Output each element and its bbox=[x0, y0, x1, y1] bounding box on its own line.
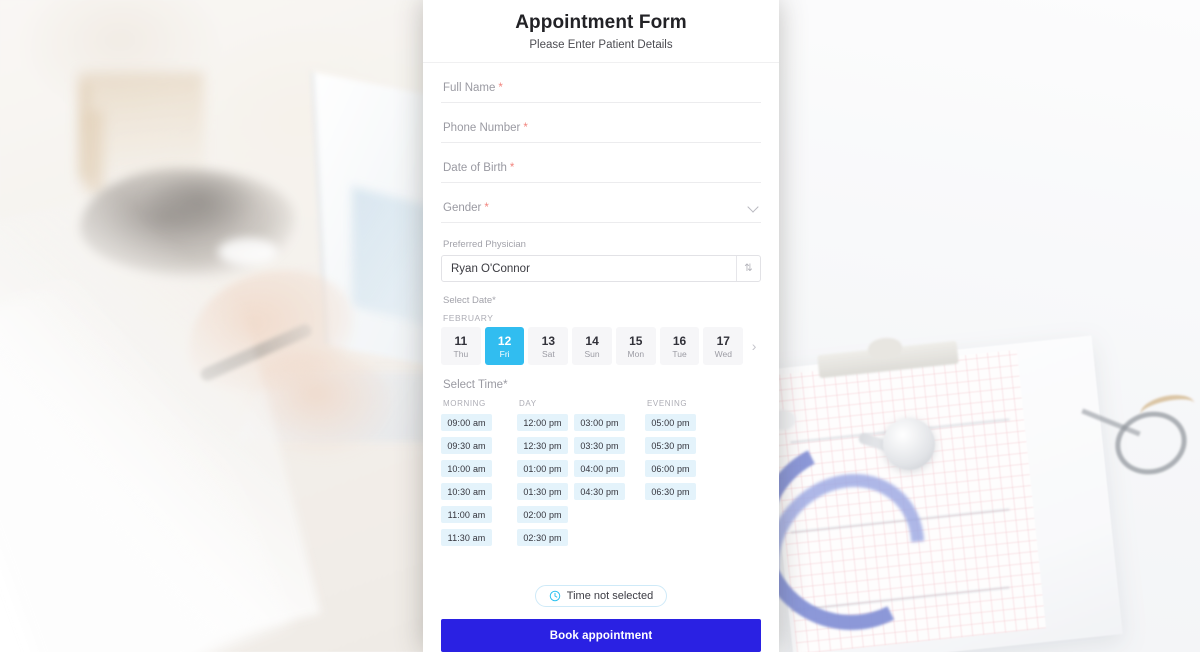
time-slot[interactable]: 06:30 pm bbox=[645, 483, 696, 500]
time-column-title: DAY bbox=[519, 399, 537, 408]
appointment-form-card: Appointment Form Please Enter Patient De… bbox=[423, 0, 779, 652]
date-chip[interactable]: 16 Tue bbox=[659, 327, 700, 365]
time-slot[interactable]: 02:30 pm bbox=[517, 529, 568, 546]
date-picker-strip: 11 Thu 12 Fri 13 Sat 14 Sun 15 Mon 16 Tu… bbox=[441, 327, 761, 365]
time-slot[interactable]: 09:00 am bbox=[441, 414, 492, 431]
form-body: Full Name * Phone Number * Date of Birth… bbox=[423, 63, 779, 572]
time-slot[interactable]: 03:30 pm bbox=[574, 437, 625, 454]
date-weekday: Thu bbox=[453, 348, 469, 359]
select-date-label: Select Date* bbox=[443, 295, 496, 306]
time-slot[interactable]: 10:00 am bbox=[441, 460, 492, 477]
time-slot[interactable]: 01:30 pm bbox=[517, 483, 568, 500]
time-slot[interactable]: 09:30 am bbox=[441, 437, 492, 454]
time-column-title: MORNING bbox=[443, 399, 486, 408]
clock-icon bbox=[549, 590, 561, 602]
time-slot[interactable]: 12:00 pm bbox=[517, 414, 568, 431]
time-slot-columns: MORNING 09:00 am 09:30 am 10:00 am 10:30… bbox=[441, 399, 761, 546]
time-slot[interactable]: 05:30 pm bbox=[645, 437, 696, 454]
time-slot[interactable]: 04:00 pm bbox=[574, 460, 625, 477]
date-chip[interactable]: 13 Sat bbox=[528, 327, 569, 365]
time-column-day: DAY 12:00 pm 12:30 pm 01:00 pm 01:30 pm … bbox=[517, 399, 645, 546]
date-weekday: Sat bbox=[541, 348, 555, 359]
time-slot[interactable]: 01:00 pm bbox=[517, 460, 568, 477]
date-chip[interactable]: 11 Thu bbox=[441, 327, 481, 365]
date-number: 16 bbox=[672, 333, 687, 348]
time-slot[interactable]: 02:00 pm bbox=[517, 506, 568, 523]
card-footer: Time not selected Book appointment bbox=[423, 572, 779, 652]
date-number: 12 bbox=[497, 333, 512, 348]
gender-select[interactable]: Gender * bbox=[441, 183, 761, 223]
date-weekday: Wed bbox=[714, 348, 732, 359]
phone-number-label: Phone Number bbox=[443, 122, 521, 134]
time-slot[interactable]: 03:00 pm bbox=[574, 414, 625, 431]
time-slot[interactable]: 11:00 am bbox=[441, 506, 492, 523]
preferred-physician-label: Preferred Physician bbox=[443, 239, 526, 250]
date-chip[interactable]: 14 Sun bbox=[572, 327, 612, 365]
time-column-evening: EVENING 05:00 pm 05:30 pm 06:00 pm 06:30… bbox=[645, 399, 745, 546]
time-slot[interactable]: 11:30 am bbox=[441, 529, 492, 546]
date-chip[interactable]: 15 Mon bbox=[615, 327, 656, 365]
date-weekday: Tue bbox=[672, 348, 687, 359]
select-time-label: Select Time* bbox=[443, 379, 508, 391]
status-badge: Time not selected bbox=[534, 585, 668, 607]
chevron-right-icon[interactable]: › bbox=[747, 338, 761, 354]
date-number: 13 bbox=[541, 333, 556, 348]
date-of-birth-label: Date of Birth bbox=[443, 162, 507, 174]
time-slot-group: 05:00 pm 05:30 pm 06:00 pm 06:30 pm bbox=[645, 414, 696, 500]
time-slot[interactable]: 06:00 pm bbox=[645, 460, 696, 477]
preferred-physician-value: Ryan O'Connor bbox=[451, 262, 530, 275]
book-appointment-button[interactable]: Book appointment bbox=[441, 619, 761, 652]
time-slot-group: 09:00 am 09:30 am 10:00 am 10:30 am 11:0… bbox=[441, 414, 492, 546]
date-weekday: Mon bbox=[627, 348, 645, 359]
phone-number-required-marker: * bbox=[523, 122, 528, 134]
date-chip-selected[interactable]: 12 Fri bbox=[484, 327, 525, 365]
card-header: Appointment Form Please Enter Patient De… bbox=[423, 0, 779, 63]
date-chip[interactable]: 17 Wed bbox=[703, 327, 744, 365]
page-title: Appointment Form bbox=[515, 12, 687, 33]
time-column-title: EVENING bbox=[647, 399, 688, 408]
full-name-required-marker: * bbox=[498, 82, 503, 94]
time-slot[interactable]: 12:30 pm bbox=[517, 437, 568, 454]
date-number: 15 bbox=[629, 333, 643, 348]
calendar-month-label: FEBRUARY bbox=[443, 313, 494, 323]
time-slot[interactable]: 10:30 am bbox=[441, 483, 492, 500]
full-name-field[interactable]: Full Name * bbox=[441, 63, 761, 103]
status-badge-text: Time not selected bbox=[566, 590, 654, 602]
date-weekday: Fri bbox=[499, 348, 510, 359]
date-number: 11 bbox=[454, 333, 468, 348]
gender-label: Gender bbox=[443, 202, 482, 214]
date-number: 17 bbox=[716, 333, 730, 348]
time-slot-group: 03:00 pm 03:30 pm 04:00 pm 04:30 pm bbox=[574, 414, 625, 546]
time-slot[interactable]: 04:30 pm bbox=[574, 483, 625, 500]
date-of-birth-field[interactable]: Date of Birth * bbox=[441, 143, 761, 183]
status-row: Time not selected bbox=[441, 572, 761, 619]
time-slot-group: 12:00 pm 12:30 pm 01:00 pm 01:30 pm 02:0… bbox=[517, 414, 568, 546]
time-column-morning: MORNING 09:00 am 09:30 am 10:00 am 10:30… bbox=[441, 399, 517, 546]
time-slot[interactable]: 05:00 pm bbox=[645, 414, 696, 431]
date-number: 14 bbox=[585, 333, 599, 348]
sort-arrow-icon[interactable]: ⇅ bbox=[736, 256, 760, 281]
date-of-birth-required-marker: * bbox=[509, 162, 515, 174]
full-name-label: Full Name bbox=[443, 82, 496, 94]
page-subtitle: Please Enter Patient Details bbox=[529, 39, 673, 51]
chevron-down-icon bbox=[747, 201, 759, 213]
gender-required-marker: * bbox=[484, 202, 489, 214]
phone-number-field[interactable]: Phone Number * bbox=[441, 103, 761, 143]
date-weekday: Sun bbox=[584, 348, 600, 359]
preferred-physician-select[interactable]: Ryan O'Connor ⇅ bbox=[441, 255, 761, 282]
